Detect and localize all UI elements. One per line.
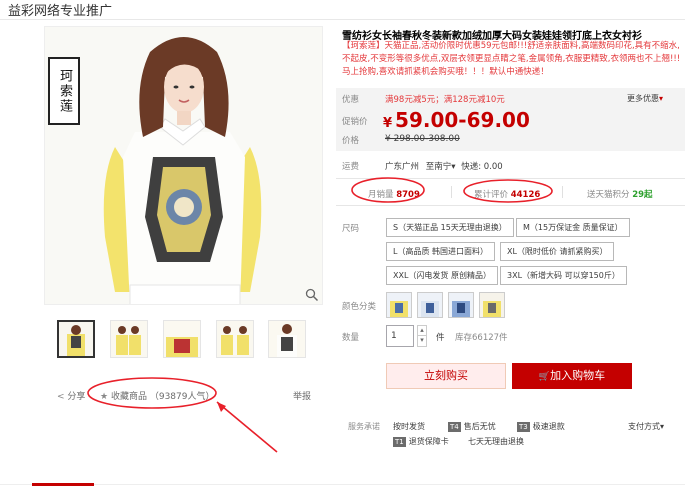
annotation-arrow-head — [217, 402, 226, 412]
annotation-circle-reviews — [463, 179, 553, 203]
annotation-circle-favorite — [87, 377, 217, 409]
bottom-divider — [0, 484, 685, 485]
annotation-circle-monthly — [351, 177, 425, 203]
annotation-arrow-line — [216, 401, 278, 453]
annotation-overlay — [87, 177, 553, 453]
active-tab-indicator — [32, 483, 94, 486]
